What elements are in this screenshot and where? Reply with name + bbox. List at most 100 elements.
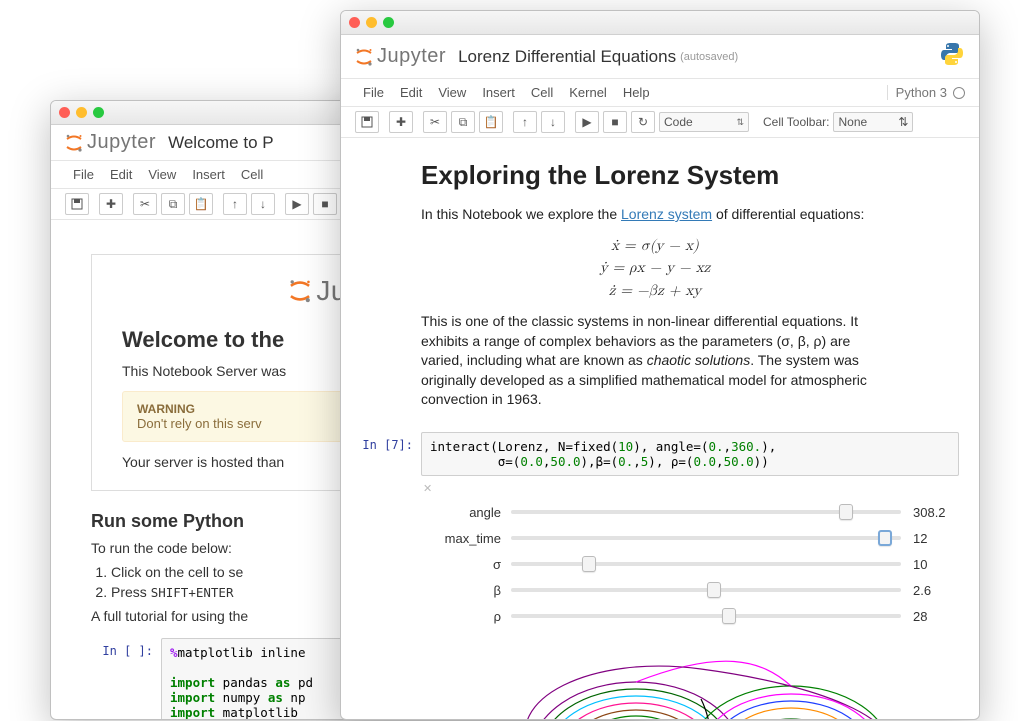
move-down-button[interactable]: ↓ bbox=[251, 193, 275, 215]
menu-help[interactable]: Help bbox=[615, 81, 658, 104]
menubar: File Edit View Insert Cell Kernel Help P… bbox=[341, 79, 979, 107]
move-down-button[interactable]: ↓ bbox=[541, 111, 565, 133]
foreground-notebook-window: Jupyter Lorenz Differential Equations (a… bbox=[340, 10, 980, 720]
notebook-body: Exploring the Lorenz System In this Note… bbox=[341, 138, 979, 720]
close-dot-icon[interactable] bbox=[349, 17, 360, 28]
run-button[interactable]: ▶ bbox=[575, 111, 599, 133]
jupyter-orbit-icon bbox=[355, 47, 373, 67]
jupyter-wordmark: Jupyter bbox=[377, 45, 446, 68]
code-input[interactable]: interact(Lorenz, N=fixed(10), angle=(0.,… bbox=[421, 432, 959, 476]
slider-label: β bbox=[421, 583, 511, 598]
kernel-status-icon bbox=[953, 87, 965, 99]
zoom-dot-icon[interactable] bbox=[93, 107, 104, 118]
add-cell-button[interactable]: ✚ bbox=[99, 193, 123, 215]
jupyter-wordmark: Jupyter bbox=[87, 131, 156, 154]
menu-cell[interactable]: Cell bbox=[233, 163, 271, 186]
slider-thumb[interactable] bbox=[582, 556, 596, 572]
cell-toolbar-label: Cell Toolbar: bbox=[763, 115, 829, 129]
widget-output: ✕ angle 308.2 max_time 12 σ10 β 2.6 ρ 28 bbox=[421, 476, 959, 720]
close-dot-icon[interactable] bbox=[59, 107, 70, 118]
code-cell[interactable]: In [7]: interact(Lorenz, N=fixed(10), an… bbox=[351, 432, 959, 476]
jupyter-orbit-icon bbox=[288, 278, 312, 304]
slider-value: 2.6 bbox=[913, 583, 959, 598]
close-widget-icon[interactable]: ✕ bbox=[421, 482, 959, 495]
slider-thumb[interactable] bbox=[722, 608, 736, 624]
md-heading: Exploring the Lorenz System bbox=[421, 160, 889, 191]
equations: ẋ = σ(y − x) ẏ = ρx − y − xz ż = −βz + x… bbox=[421, 235, 889, 303]
slider-thumb[interactable] bbox=[839, 504, 853, 520]
kernel-name: Python 3 bbox=[896, 85, 947, 100]
eq1: ẋ = σ(y − x) bbox=[421, 235, 889, 258]
move-up-button[interactable]: ↑ bbox=[513, 111, 537, 133]
copy-button[interactable]: ⧉ bbox=[161, 193, 185, 215]
python-logo-icon bbox=[939, 41, 965, 72]
slider-label: max_time bbox=[421, 531, 511, 546]
toolbar: ✚ ✂ ⧉ 📋 ↑ ↓ ▶ ■ ↻ Code ⇅ Cell Toolbar: N… bbox=[341, 107, 979, 138]
slider-track[interactable] bbox=[511, 510, 901, 514]
menu-insert[interactable]: Insert bbox=[474, 81, 523, 104]
menu-kernel[interactable]: Kernel bbox=[561, 81, 615, 104]
restart-button[interactable]: ↻ bbox=[631, 111, 655, 133]
chevron-updown-icon: ⇅ bbox=[898, 115, 908, 129]
slider-track[interactable] bbox=[511, 614, 901, 618]
slider-thumb[interactable] bbox=[707, 582, 721, 598]
menu-file[interactable]: File bbox=[355, 81, 392, 104]
eq2: ẏ = ρx − y − xz bbox=[421, 257, 889, 280]
celltype-select[interactable]: Code ⇅ bbox=[659, 112, 749, 132]
slider-value: 12 bbox=[913, 531, 959, 546]
slider-ρ[interactable]: ρ 28 bbox=[421, 603, 959, 629]
menu-view[interactable]: View bbox=[430, 81, 474, 104]
copy-button[interactable]: ⧉ bbox=[451, 111, 475, 133]
input-prompt: In [7]: bbox=[351, 432, 421, 476]
cell-toolbar-select[interactable]: None ⇅ bbox=[833, 112, 913, 132]
slider-thumb[interactable] bbox=[878, 530, 892, 546]
menu-file[interactable]: File bbox=[65, 163, 102, 186]
input-prompt: In [ ]: bbox=[91, 638, 161, 720]
notebook-title[interactable]: Welcome to P bbox=[168, 133, 274, 153]
slider-value: 308.2 bbox=[913, 505, 959, 520]
paste-button[interactable]: 📋 bbox=[189, 193, 213, 215]
titlebar bbox=[341, 11, 979, 35]
slider-label: angle bbox=[421, 505, 511, 520]
slider-β[interactable]: β 2.6 bbox=[421, 577, 959, 603]
header: Jupyter Lorenz Differential Equations (a… bbox=[341, 35, 979, 79]
markdown-cell[interactable]: Exploring the Lorenz System In this Note… bbox=[351, 148, 959, 426]
slider-label: ρ bbox=[421, 609, 511, 624]
minimize-dot-icon[interactable] bbox=[76, 107, 87, 118]
slider-max_time[interactable]: max_time 12 bbox=[421, 525, 959, 551]
autosaved-label: (autosaved) bbox=[680, 51, 738, 63]
menu-view[interactable]: View bbox=[140, 163, 184, 186]
notebook-title[interactable]: Lorenz Differential Equations bbox=[458, 47, 676, 67]
stop-button[interactable]: ■ bbox=[603, 111, 627, 133]
menu-cell[interactable]: Cell bbox=[523, 81, 561, 104]
menu-edit[interactable]: Edit bbox=[392, 81, 430, 104]
slider-angle[interactable]: angle 308.2 bbox=[421, 499, 959, 525]
lorenz-link[interactable]: Lorenz system bbox=[621, 206, 712, 222]
slider-track[interactable] bbox=[511, 536, 901, 540]
md-intro: In this Notebook we explore the Lorenz s… bbox=[421, 205, 889, 225]
menu-edit[interactable]: Edit bbox=[102, 163, 140, 186]
paste-button[interactable]: 📋 bbox=[479, 111, 503, 133]
minimize-dot-icon[interactable] bbox=[366, 17, 377, 28]
cut-button[interactable]: ✂ bbox=[133, 193, 157, 215]
run-button[interactable]: ▶ bbox=[285, 193, 309, 215]
md-para2: This is one of the classic systems in no… bbox=[421, 312, 889, 410]
move-up-button[interactable]: ↑ bbox=[223, 193, 247, 215]
stop-button[interactable]: ■ bbox=[313, 193, 337, 215]
slider-track[interactable] bbox=[511, 588, 901, 592]
add-cell-button[interactable]: ✚ bbox=[389, 111, 413, 133]
slider-value: 10 bbox=[913, 557, 959, 572]
menu-insert[interactable]: Insert bbox=[184, 163, 233, 186]
cut-button[interactable]: ✂ bbox=[423, 111, 447, 133]
eq3: ż = −βz + xy bbox=[421, 280, 889, 303]
cell-toolbar-value: None bbox=[838, 115, 867, 129]
jupyter-logo: Jupyter bbox=[65, 131, 156, 154]
slider-track[interactable] bbox=[511, 562, 901, 566]
save-button[interactable] bbox=[65, 193, 89, 215]
zoom-dot-icon[interactable] bbox=[383, 17, 394, 28]
kernel-indicator: Python 3 bbox=[887, 85, 965, 100]
slider-value: 28 bbox=[913, 609, 959, 624]
chevron-updown-icon: ⇅ bbox=[736, 117, 744, 128]
slider-σ[interactable]: σ10 bbox=[421, 551, 959, 577]
save-button[interactable] bbox=[355, 111, 379, 133]
